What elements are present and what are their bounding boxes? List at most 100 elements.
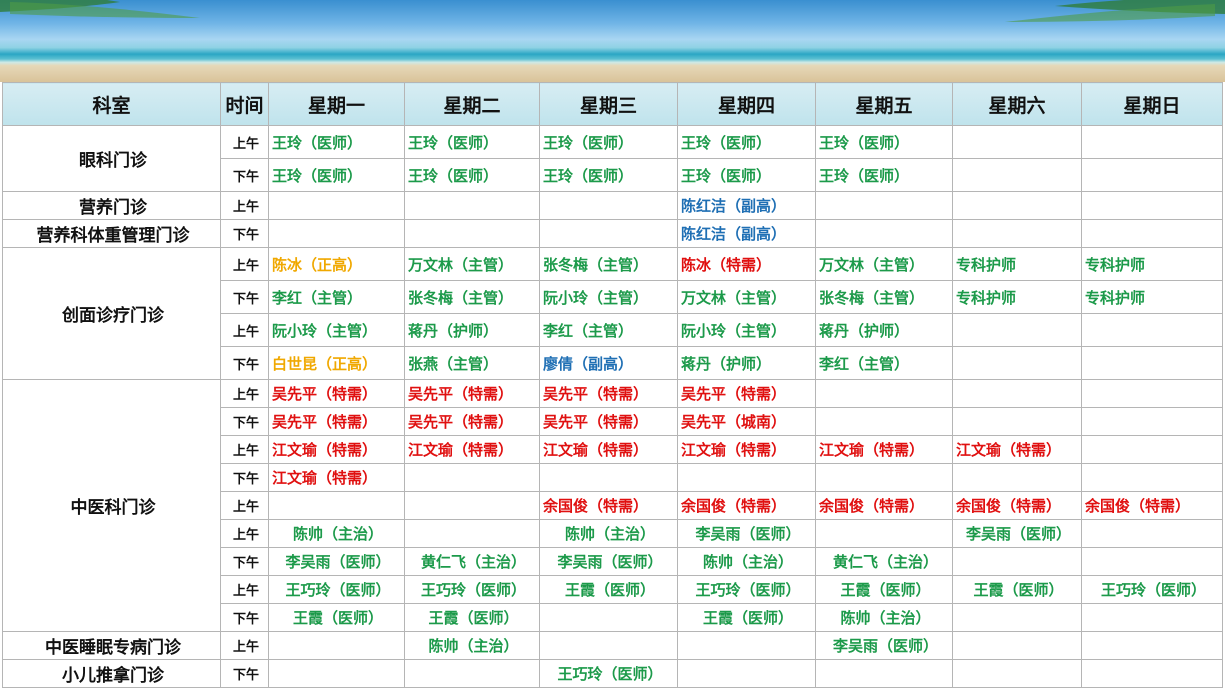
schedule-cell: 专科护师 xyxy=(952,280,1082,314)
time-cell: 上午 xyxy=(220,491,269,520)
time-cell: 上午 xyxy=(220,575,269,604)
beach-banner xyxy=(0,0,1225,82)
schedule-cell: 余国俊（特需） xyxy=(539,491,678,520)
schedule-cell xyxy=(952,407,1082,436)
schedule-cell xyxy=(268,491,405,520)
schedule-cell: 陈帅（主治） xyxy=(677,547,816,576)
schedule-cell: 蒋丹（护师） xyxy=(404,313,540,347)
time-cell: 上午 xyxy=(220,125,269,159)
schedule-cell: 李红（主管） xyxy=(268,280,405,314)
header-day: 星期二 xyxy=(404,82,540,126)
table-row: 中医科门诊 上午 吴先平（特需） 吴先平（特需） 吴先平（特需） 吴先平（特需） xyxy=(2,379,1223,632)
dept-cell: 营养门诊 xyxy=(2,191,221,220)
time-cell: 下午 xyxy=(220,659,269,688)
schedule-cell: 王霞（医师） xyxy=(677,603,816,632)
schedule-cell: 陈帅（主治） xyxy=(539,519,678,548)
schedule-cell: 王玲（医师） xyxy=(539,158,678,192)
schedule-cell: 阮小玲（主管） xyxy=(539,280,678,314)
table-row: 眼科门诊 上午 王玲（医师） 王玲（医师） 王玲（医师） 王玲（医师） 王玲（医师） xyxy=(2,125,1223,192)
schedule-cell xyxy=(268,631,405,660)
schedule-cell xyxy=(677,631,816,660)
schedule-cell xyxy=(1081,631,1223,660)
time-cell: 上午 xyxy=(220,313,269,347)
header-day: 星期五 xyxy=(815,82,953,126)
schedule-cell xyxy=(268,191,405,220)
time-cell: 下午 xyxy=(220,346,269,380)
schedule-cell xyxy=(1081,191,1223,220)
table-row: 小儿推拿门诊 下午 王巧玲（医师） xyxy=(2,659,1223,688)
schedule-cell: 张冬梅（主管） xyxy=(539,247,678,281)
schedule-cell: 专科护师 xyxy=(952,247,1082,281)
schedule-cell: 专科护师 xyxy=(1081,247,1223,281)
header-day: 星期三 xyxy=(539,82,678,126)
schedule-cell xyxy=(268,219,405,248)
schedule-cell: 吴先平（特需） xyxy=(404,379,540,408)
schedule-cell xyxy=(1081,407,1223,436)
schedule-cell: 陈冰（正高） xyxy=(268,247,405,281)
schedule-cell: 李吴雨（医师） xyxy=(952,519,1082,548)
time-cell: 上午 xyxy=(220,379,269,408)
time-cell: 上午 xyxy=(220,191,269,220)
schedule-cell: 黄仁飞（主治） xyxy=(404,547,540,576)
schedule-cell: 王霞（医师） xyxy=(539,575,678,604)
time-cell: 下午 xyxy=(220,219,269,248)
schedule-cell: 李吴雨（医师） xyxy=(539,547,678,576)
dept-cell: 中医科门诊 xyxy=(2,379,221,632)
schedule-cell: 江文瑜（特需） xyxy=(539,435,678,464)
time-cell: 上午 xyxy=(220,435,269,464)
time-cell: 下午 xyxy=(220,280,269,314)
schedule-cell: 廖倩（副高） xyxy=(539,346,678,380)
schedule-cell: 江文瑜（特需） xyxy=(815,435,953,464)
schedule-cell: 蒋丹（护师） xyxy=(677,346,816,380)
schedule-cell: 王巧玲（医师） xyxy=(539,659,678,688)
schedule-cell xyxy=(404,191,540,220)
schedule-cell: 阮小玲（主管） xyxy=(268,313,405,347)
schedule-cell: 陈红洁（副高） xyxy=(677,191,816,220)
schedule-cell xyxy=(404,519,540,548)
table-row: 营养科体重管理门诊 下午 陈红洁（副高） xyxy=(2,219,1223,248)
table-row: 创面诊疗门诊 上午 陈冰（正高） 万文林（主管） 张冬梅（主管） 陈冰（特需） 万文林（主管… xyxy=(2,247,1223,380)
schedule-cell: 余国俊（特需） xyxy=(677,491,816,520)
schedule-cell xyxy=(677,463,816,492)
dept-cell: 眼科门诊 xyxy=(2,125,221,192)
schedule-cell xyxy=(1081,346,1223,380)
schedule-cell: 王玲（医师） xyxy=(815,158,953,192)
palm-leaves-right-icon xyxy=(1005,0,1225,22)
schedule-cell: 余国俊（特需） xyxy=(952,491,1082,520)
schedule-cell xyxy=(1081,547,1223,576)
schedule-cell xyxy=(539,631,678,660)
schedule-cell xyxy=(539,219,678,248)
schedule-cell: 万文林（主管） xyxy=(404,247,540,281)
schedule-cell: 江文瑜（特需） xyxy=(677,435,816,464)
schedule-cell: 张冬梅（主管） xyxy=(815,280,953,314)
schedule-cell: 余国俊（特需） xyxy=(815,491,953,520)
schedule-cell: 陈帅（主治） xyxy=(404,631,540,660)
time-cell: 下午 xyxy=(220,547,269,576)
schedule-cell: 阮小玲（主管） xyxy=(677,313,816,347)
schedule-cell xyxy=(815,519,953,548)
schedule-cell xyxy=(404,463,540,492)
schedule-cell xyxy=(952,463,1082,492)
schedule-cell: 吴先平（城南） xyxy=(677,407,816,436)
schedule-cell: 王玲（医师） xyxy=(404,125,540,159)
schedule-cell xyxy=(815,463,953,492)
schedule-cell: 王霞（医师） xyxy=(815,575,953,604)
schedule-cell xyxy=(1081,603,1223,632)
schedule-cell xyxy=(539,463,678,492)
schedule-cell xyxy=(952,191,1082,220)
schedule-cell xyxy=(404,491,540,520)
time-cell: 下午 xyxy=(220,158,269,192)
schedule-cell: 王巧玲（医师） xyxy=(1081,575,1223,604)
schedule-cell: 王玲（医师） xyxy=(677,125,816,159)
schedule-cell xyxy=(1081,519,1223,548)
schedule-cell: 余国俊（特需） xyxy=(1081,491,1223,520)
schedule-cell: 王玲（医师） xyxy=(539,125,678,159)
schedule-cell: 陈红洁（副高） xyxy=(677,219,816,248)
schedule-cell xyxy=(952,158,1082,192)
schedule-cell: 吴先平（特需） xyxy=(677,379,816,408)
schedule-cell: 王巧玲（医师） xyxy=(404,575,540,604)
schedule-cell xyxy=(1081,659,1223,688)
schedule-cell: 张燕（主管） xyxy=(404,346,540,380)
schedule-cell xyxy=(952,313,1082,347)
schedule-cell: 万文林（主管） xyxy=(677,280,816,314)
